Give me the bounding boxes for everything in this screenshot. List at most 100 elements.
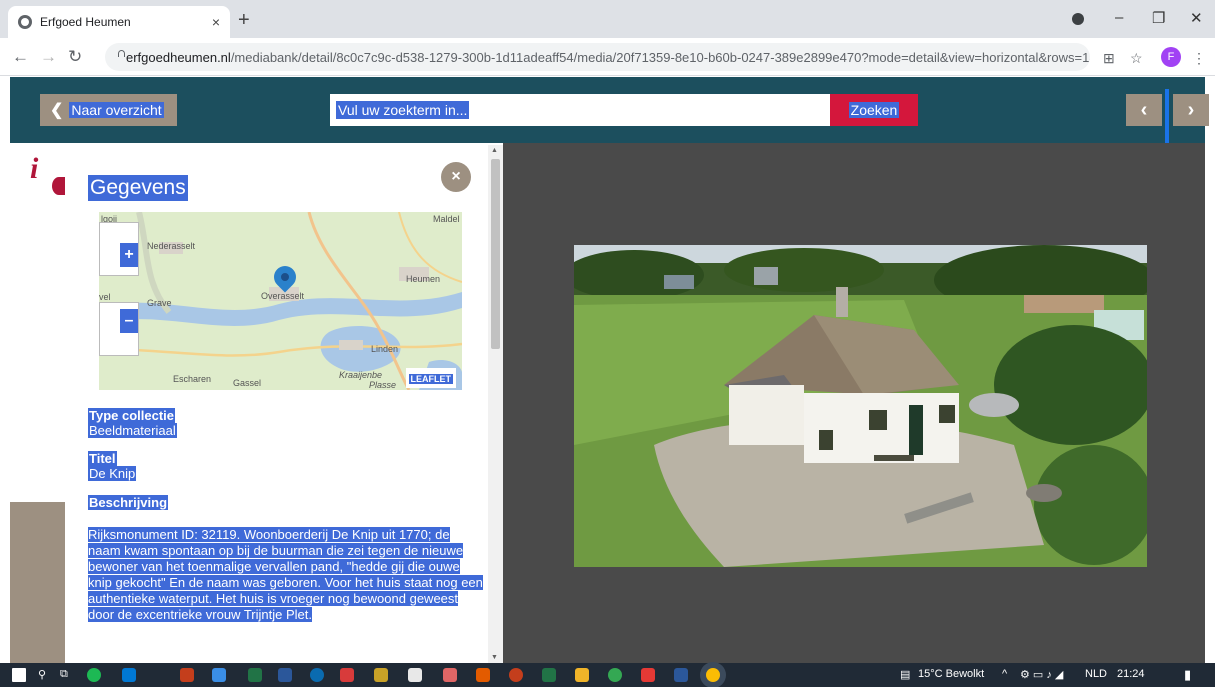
tray-icons[interactable]: ⚙ ▭ ♪ ◢ — [1020, 668, 1063, 681]
acrobat-icon[interactable] — [641, 668, 655, 682]
focus-indicator — [1165, 89, 1169, 144]
scroll-down-icon[interactable]: ▼ — [491, 654, 498, 661]
security-icon[interactable] — [340, 668, 354, 682]
windows-start-icon[interactable] — [12, 668, 26, 682]
restore-button[interactable]: ❐ — [1152, 9, 1165, 27]
map-label: Heumen — [406, 274, 441, 284]
zoom-in-button[interactable]: + — [120, 243, 138, 267]
farmhouse-photo[interactable] — [574, 245, 1147, 567]
panel-title: Gegevens — [88, 175, 188, 201]
menu-kebab-icon[interactable]: ⋮ — [1192, 50, 1206, 67]
app-icon[interactable] — [212, 668, 226, 682]
map-label: Maldel — [433, 214, 460, 224]
powerpoint-icon[interactable] — [180, 668, 194, 682]
map-label: Overasselt — [261, 291, 305, 301]
scroll-thumb[interactable] — [491, 159, 500, 349]
chrome-icon[interactable] — [608, 668, 622, 682]
info-icon[interactable]: i — [30, 152, 38, 186]
back-button-label: Naar overzicht — [69, 102, 164, 118]
search-placeholder: Vul uw zoekterm in... — [336, 101, 470, 119]
translate-icon[interactable]: ⊞ — [1103, 50, 1115, 67]
field-value: Beeldmateriaal — [88, 423, 177, 438]
search-icon[interactable]: ⚲ — [38, 668, 46, 681]
globe-icon — [18, 15, 32, 29]
chevron-left-icon: ‹ — [1140, 98, 1148, 121]
page-content: ❮ Naar overzicht Vul uw zoekterm in... Z… — [0, 77, 1215, 663]
map-attribution[interactable]: LEAFLET — [405, 368, 456, 388]
field-beschrijving: Beschrijving — [88, 495, 169, 510]
map-label: Linden — [371, 344, 399, 354]
site-toolbar: ❮ Naar overzicht Vul uw zoekterm in... Z… — [10, 77, 1209, 144]
task-view-icon[interactable]: ⧉ — [60, 668, 68, 681]
media-viewer — [503, 143, 1205, 663]
previous-item-button[interactable]: ‹ — [1126, 94, 1162, 126]
search-input[interactable]: Vul uw zoekterm in... — [330, 94, 830, 126]
app-icon[interactable] — [476, 668, 490, 682]
photo-image — [574, 245, 1147, 567]
excel-icon[interactable] — [542, 668, 556, 682]
back-arrow-icon[interactable]: ← — [12, 47, 29, 67]
weather-text[interactable]: 15°C Bewolkt — [918, 668, 984, 680]
new-tab-button[interactable]: + — [238, 9, 250, 32]
profile-avatar[interactable]: F — [1161, 47, 1181, 67]
address-toolbar: ← → ↻ erfgoedheumen.nl/mediabank/detail/… — [0, 38, 1215, 76]
close-window-button[interactable]: ✕ — [1190, 9, 1203, 27]
map-label: Gassel — [233, 378, 262, 388]
word-icon[interactable] — [674, 668, 688, 682]
leaflet-label: LEAFLET — [408, 374, 453, 384]
map-label: Grave — [147, 298, 172, 308]
zoom-control: + — [99, 222, 139, 276]
tab-close-icon[interactable]: × — [212, 14, 220, 30]
browser-tabstrip: Erfgoed Heumen × + – ❐ ✕ — [0, 0, 1215, 38]
news-icon[interactable]: ▤ — [900, 668, 910, 681]
spotify-icon[interactable] — [87, 668, 101, 682]
url-host: erfgoedheumen.nl — [126, 49, 231, 65]
sync-icon[interactable] — [310, 668, 324, 682]
excel-icon[interactable] — [248, 668, 262, 682]
back-to-overview-button[interactable]: ❮ Naar overzicht — [40, 94, 177, 126]
search-button-label: Zoeken — [848, 102, 900, 118]
zoom-control: – — [99, 302, 139, 356]
star-icon[interactable]: ☆ — [1130, 50, 1143, 67]
word-icon[interactable] — [278, 668, 292, 682]
panel-scrollbar[interactable]: ▲ ▼ — [488, 145, 503, 663]
reload-icon[interactable]: ↻ — [68, 47, 82, 67]
map-label: Plasse — [369, 380, 397, 390]
field-type-collectie: Type collectie Beeldmateriaal — [88, 408, 177, 438]
app-icon[interactable] — [443, 668, 457, 682]
forward-arrow-icon[interactable]: → — [40, 47, 57, 67]
chrome-active-icon[interactable] — [706, 668, 720, 682]
file-explorer-icon[interactable] — [575, 668, 589, 682]
zoom-out-button[interactable]: – — [120, 309, 138, 333]
chevron-right-icon: › — [1187, 98, 1195, 121]
map-label: Escharen — [173, 374, 212, 384]
clock[interactable]: 21:24 — [1117, 668, 1145, 680]
scroll-up-icon[interactable]: ▲ — [491, 147, 498, 154]
powerpoint-icon[interactable] — [509, 668, 523, 682]
field-label: Type collectie — [88, 408, 176, 423]
app-icon[interactable] — [408, 668, 422, 682]
tray-chevron-icon[interactable]: ^ — [1002, 668, 1007, 680]
logo-fragment — [52, 177, 66, 195]
tab-title: Erfgoed Heumen — [40, 15, 131, 29]
field-label: Titel — [88, 451, 117, 466]
url-bar[interactable]: erfgoedheumen.nl/mediabank/detail/8c0c7c… — [105, 43, 1090, 71]
windows-taskbar: ⚲ ⧉ ▤ 15°C Bewolkt ^ ⚙ ▭ ♪ ◢ NLD 21:24 ▮ — [0, 663, 1215, 687]
field-value: De Knip — [88, 466, 137, 481]
map-label: vel — [99, 292, 111, 302]
browser-tab[interactable]: Erfgoed Heumen × — [8, 6, 230, 38]
minimize-button[interactable]: – — [1115, 9, 1123, 26]
close-panel-button[interactable]: × — [441, 162, 471, 192]
side-decoration — [10, 502, 65, 663]
location-map[interactable]: lgoij Maldel Nederasselt Heumen Grave Ov… — [99, 212, 462, 390]
next-item-button[interactable]: › — [1173, 94, 1209, 126]
language-indicator[interactable]: NLD — [1085, 668, 1107, 680]
map-label: Kraaijenbe — [339, 370, 383, 380]
search-button[interactable]: Zoeken — [830, 94, 918, 126]
map-label: Nederasselt — [147, 241, 196, 251]
app-icon[interactable] — [374, 668, 388, 682]
photos-icon[interactable] — [122, 668, 136, 682]
record-icon[interactable] — [1072, 13, 1084, 25]
description-body: Rijksmonument ID: 32119. Woonboerderij D… — [88, 527, 483, 622]
notification-icon[interactable]: ▮ — [1184, 667, 1191, 683]
